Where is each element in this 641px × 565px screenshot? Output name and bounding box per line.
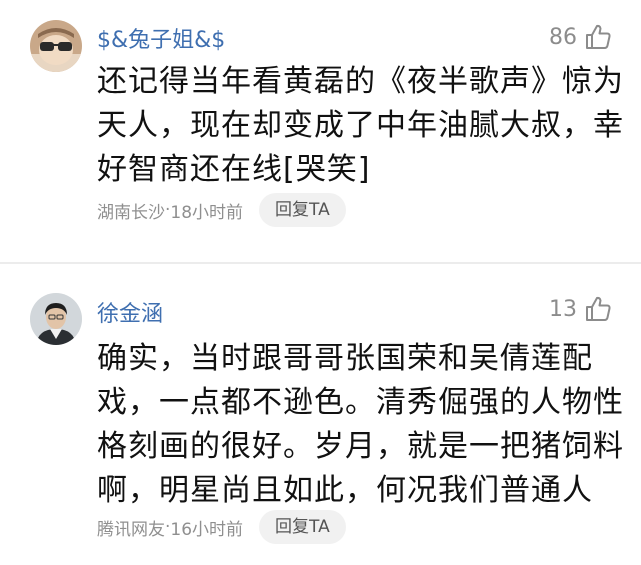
comment-item: 徐金涵 13 确实，当时跟哥哥张国荣和吴倩莲配 戏，一点都不逊色。清秀倔强的人物… xyxy=(0,264,641,565)
comment-line: 格刻画的很好。岁月，就是一把猪饲料 xyxy=(97,429,624,464)
comment-line: 好智商还在线[哭笑] xyxy=(97,152,371,187)
username[interactable]: 徐金涵 xyxy=(97,296,163,328)
like-count: 13 xyxy=(549,296,577,322)
comment-meta: 湖南长沙 · 18小时前 回复TA xyxy=(97,193,346,227)
comment-line: 啊，明星尚且如此，何况我们普通人 xyxy=(97,473,593,508)
user-avatar[interactable] xyxy=(30,293,82,345)
like-button[interactable]: 86 xyxy=(549,22,613,52)
comment-text: 确实，当时跟哥哥张国荣和吴倩莲配 戏，一点都不逊色。清秀倔强的人物性 格刻画的很… xyxy=(97,337,624,513)
sunglasses-avatar-icon xyxy=(30,20,82,72)
reply-button[interactable]: 回复TA xyxy=(259,193,346,227)
comment-line: 戏，一点都不逊色。清秀倔强的人物性 xyxy=(97,385,624,420)
comment-text: 还记得当年看黄磊的《夜半歌声》惊为 天人，现在却变成了中年油腻大叔，幸 好智商还… xyxy=(97,60,624,192)
portrait-avatar-icon xyxy=(30,293,82,345)
username[interactable]: $&兔子姐&$ xyxy=(97,22,225,54)
comment-line: 确实，当时跟哥哥张国荣和吴倩莲配 xyxy=(97,341,593,376)
location: 腾讯网友 xyxy=(97,519,165,540)
comment-line: 天人，现在却变成了中年油腻大叔，幸 xyxy=(97,108,624,143)
like-count: 86 xyxy=(549,24,577,50)
comment-line: 还记得当年看黄磊的《夜半歌声》惊为 xyxy=(97,64,624,99)
reply-button[interactable]: 回复TA xyxy=(259,510,346,544)
comment-meta: 腾讯网友 · 16小时前 回复TA xyxy=(97,510,346,544)
timestamp: 16小时前 xyxy=(170,519,244,540)
user-avatar[interactable] xyxy=(30,20,82,72)
timestamp: 18小时前 xyxy=(170,202,244,223)
location: 湖南长沙 xyxy=(97,202,165,223)
like-button[interactable]: 13 xyxy=(549,294,613,324)
thumbs-up-icon xyxy=(586,296,611,321)
comment-item: $&兔子姐&$ 86 还记得当年看黄磊的《夜半歌声》惊为 天人，现在却变成了中年… xyxy=(0,0,641,262)
thumbs-up-icon xyxy=(586,24,611,49)
